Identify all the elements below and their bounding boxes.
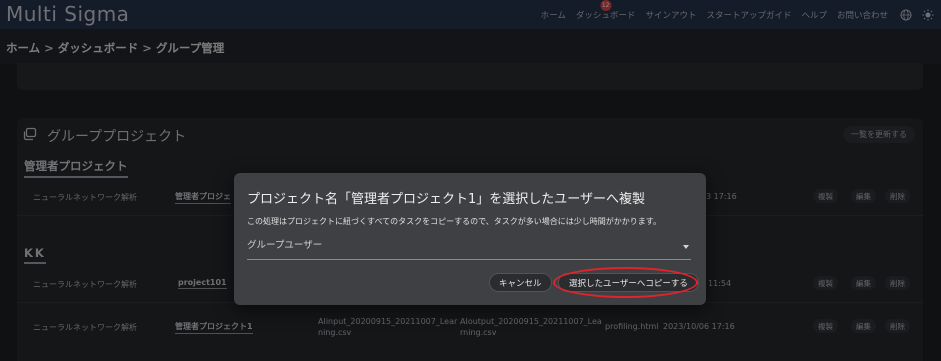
cancel-button[interactable]: キャンセル	[489, 273, 552, 292]
dropdown-arrow-icon	[683, 245, 689, 249]
copy-project-dialog: プロジェクト名「管理者プロジェクト1」を選択したユーザーへ複製 この処理はプロジ…	[234, 173, 706, 305]
dialog-title: プロジェクト名「管理者プロジェクト1」を選択したユーザーへ複製	[247, 192, 646, 207]
dialog-message: この処理はプロジェクトに紐づくすべてのタスクをコピーするので、タスクが多い場合に…	[247, 217, 661, 226]
group-user-select-label: グループユーザー	[247, 240, 323, 251]
group-user-select[interactable]: グループユーザー	[247, 233, 691, 260]
copy-to-selected-user-button[interactable]: 選択したユーザーへコピーする	[558, 273, 699, 292]
